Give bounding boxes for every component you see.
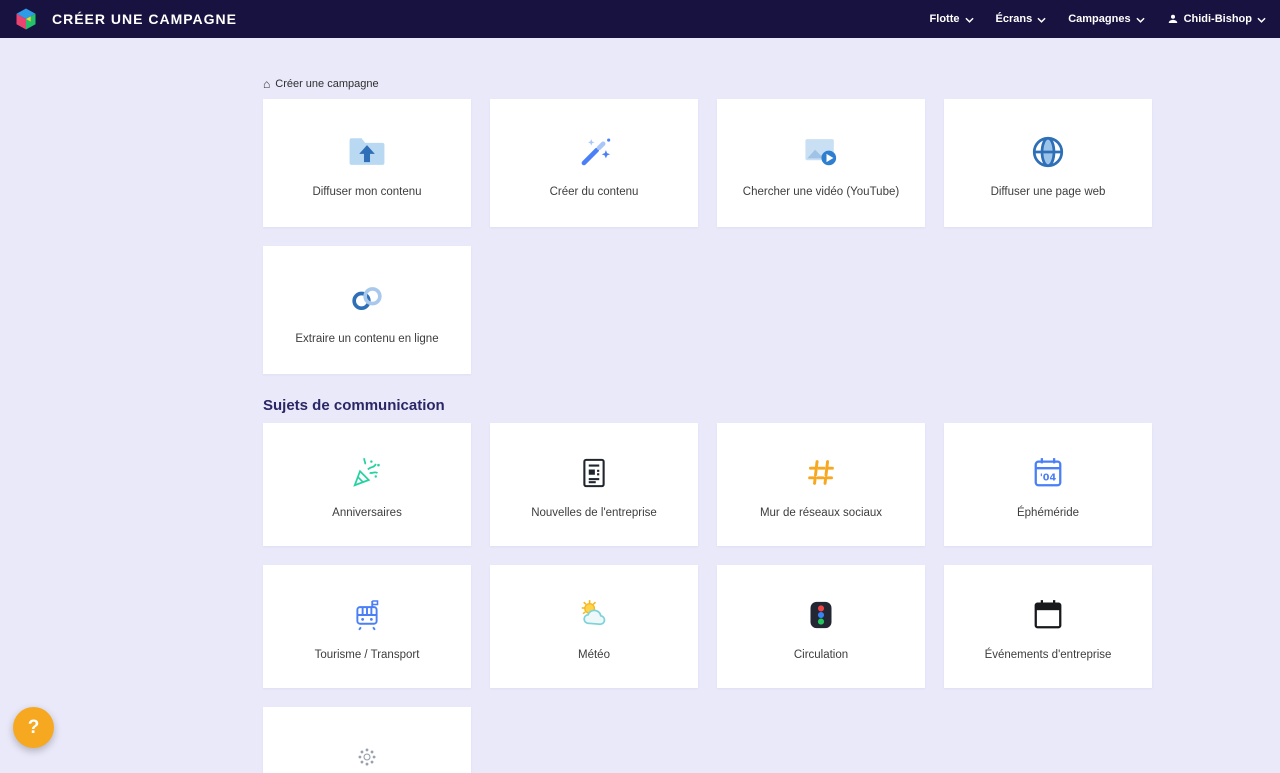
app-logo-icon <box>14 7 38 31</box>
nav-item-campagnes-label: Campagnes <box>1068 13 1130 25</box>
page-title: CRÉER UNE CAMPAGNE <box>52 11 237 27</box>
breadcrumb: ⌂ Créer une campagne <box>263 78 1153 90</box>
gear-icon <box>350 733 384 773</box>
link-icon <box>345 275 389 323</box>
card-label: Créer du contenu <box>540 186 649 199</box>
calendar-date-text: '04 <box>1040 472 1057 483</box>
user-menu[interactable]: Chidi-Bishop <box>1167 13 1266 25</box>
card-label: Météo <box>568 649 620 662</box>
top-navbar: CRÉER UNE CAMPAGNE Flotte Écrans Campagn… <box>0 0 1280 38</box>
calendar-icon <box>1027 591 1069 639</box>
nav-item-flotte-label: Flotte <box>930 13 960 25</box>
main-content: ⌂ Créer une campagne Diffuser mon conten… <box>263 38 1153 773</box>
card-label: Circulation <box>784 649 858 662</box>
user-name: Chidi-Bishop <box>1184 13 1252 25</box>
card-circulation[interactable]: Circulation <box>717 565 925 688</box>
card-label: Chercher une vidéo (YouTube) <box>733 186 909 199</box>
card-diffuser-mon-contenu[interactable]: Diffuser mon contenu <box>263 99 471 227</box>
folder-upload-icon <box>345 128 389 176</box>
card-diffuser-une-page-web[interactable]: Diffuser une page web <box>944 99 1152 227</box>
chevron-down-icon <box>1257 17 1266 23</box>
card-creer-du-contenu[interactable]: Créer du contenu <box>490 99 698 227</box>
card-tourisme-transport[interactable]: Tourisme / Transport <box>263 565 471 688</box>
card-label: Éphéméride <box>1007 507 1089 520</box>
hashtag-icon <box>800 449 842 497</box>
nav-item-flotte[interactable]: Flotte <box>930 13 974 25</box>
navbar-menu: Flotte Écrans Campagnes Chidi-Bishop <box>930 13 1266 25</box>
card-label: Anniversaires <box>322 507 412 520</box>
globe-icon <box>1026 128 1070 176</box>
card-label: Extraire un contenu en ligne <box>285 333 448 346</box>
card-anniversaires[interactable]: Anniversaires <box>263 423 471 546</box>
chevron-down-icon <box>965 17 974 23</box>
user-icon <box>1167 13 1179 25</box>
calendar-date-icon: '04 <box>1027 449 1069 497</box>
card-chercher-une-video[interactable]: Chercher une vidéo (YouTube) <box>717 99 925 227</box>
traffic-light-icon <box>800 591 842 639</box>
topic-card-grid: Anniversaires Nouvelles de l'entreprise <box>263 423 1153 773</box>
card-evenements-entreprise[interactable]: Événements d'entreprise <box>944 565 1152 688</box>
transport-icon <box>346 591 388 639</box>
weather-icon <box>573 591 615 639</box>
newspaper-icon <box>573 449 615 497</box>
video-search-icon <box>799 128 843 176</box>
card-label: Événements d'entreprise <box>975 649 1122 662</box>
home-icon: ⌂ <box>263 78 270 90</box>
magic-wand-icon <box>572 128 616 176</box>
party-popper-icon <box>346 449 388 497</box>
card-partial[interactable] <box>263 707 471 773</box>
card-mur-reseaux-sociaux[interactable]: Mur de réseaux sociaux <box>717 423 925 546</box>
nav-item-ecrans-label: Écrans <box>996 13 1033 25</box>
card-meteo[interactable]: Météo <box>490 565 698 688</box>
card-label: Nouvelles de l'entreprise <box>521 507 667 520</box>
section-title-sujets: Sujets de communication <box>263 397 1153 414</box>
card-label: Diffuser mon contenu <box>302 186 431 199</box>
card-nouvelles-entreprise[interactable]: Nouvelles de l'entreprise <box>490 423 698 546</box>
chevron-down-icon <box>1037 17 1046 23</box>
nav-item-campagnes[interactable]: Campagnes <box>1068 13 1144 25</box>
card-label: Mur de réseaux sociaux <box>750 507 892 520</box>
card-ephemeride[interactable]: '04 Éphéméride <box>944 423 1152 546</box>
help-button[interactable]: ? <box>13 707 54 748</box>
card-label: Tourisme / Transport <box>305 649 430 662</box>
breadcrumb-label: Créer une campagne <box>275 78 378 90</box>
nav-item-ecrans[interactable]: Écrans <box>996 13 1047 25</box>
action-card-grid: Diffuser mon contenu Créer du contenu <box>263 99 1153 374</box>
chevron-down-icon <box>1136 17 1145 23</box>
card-label: Diffuser une page web <box>981 186 1116 199</box>
card-extraire-un-contenu[interactable]: Extraire un contenu en ligne <box>263 246 471 374</box>
